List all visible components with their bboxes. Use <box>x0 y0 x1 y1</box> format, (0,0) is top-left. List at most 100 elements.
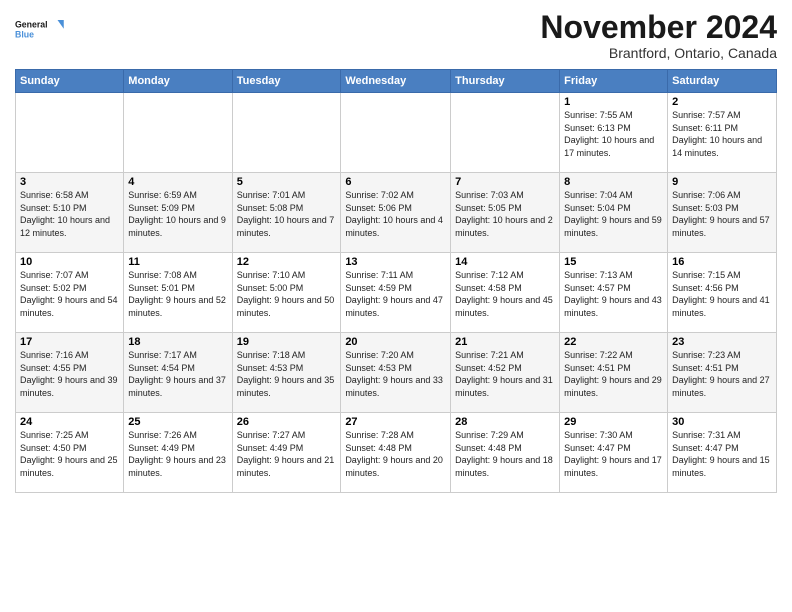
day-info: Sunrise: 7:18 AMSunset: 4:53 PMDaylight:… <box>237 349 337 399</box>
day-cell: 27Sunrise: 7:28 AMSunset: 4:48 PMDayligh… <box>341 413 451 493</box>
day-cell: 21Sunrise: 7:21 AMSunset: 4:52 PMDayligh… <box>451 333 560 413</box>
day-cell: 12Sunrise: 7:10 AMSunset: 5:00 PMDayligh… <box>232 253 341 333</box>
header-friday: Friday <box>560 70 668 93</box>
day-cell: 17Sunrise: 7:16 AMSunset: 4:55 PMDayligh… <box>16 333 124 413</box>
day-cell: 22Sunrise: 7:22 AMSunset: 4:51 PMDayligh… <box>560 333 668 413</box>
day-cell: 18Sunrise: 7:17 AMSunset: 4:54 PMDayligh… <box>124 333 232 413</box>
title-block: November 2024 Brantford, Ontario, Canada <box>540 10 777 61</box>
day-number: 20 <box>345 336 446 348</box>
day-info: Sunrise: 7:10 AMSunset: 5:00 PMDaylight:… <box>237 269 337 319</box>
day-info: Sunrise: 7:08 AMSunset: 5:01 PMDaylight:… <box>128 269 227 319</box>
day-number: 26 <box>237 416 337 428</box>
day-cell: 25Sunrise: 7:26 AMSunset: 4:49 PMDayligh… <box>124 413 232 493</box>
day-number: 19 <box>237 336 337 348</box>
day-number: 4 <box>128 176 227 188</box>
header-wednesday: Wednesday <box>341 70 451 93</box>
day-number: 27 <box>345 416 446 428</box>
header-row: SundayMondayTuesdayWednesdayThursdayFrid… <box>16 70 777 93</box>
day-info: Sunrise: 6:58 AMSunset: 5:10 PMDaylight:… <box>20 189 119 239</box>
day-cell <box>341 93 451 173</box>
day-number: 8 <box>564 176 663 188</box>
header-monday: Monday <box>124 70 232 93</box>
day-number: 24 <box>20 416 119 428</box>
day-info: Sunrise: 7:23 AMSunset: 4:51 PMDaylight:… <box>672 349 772 399</box>
day-number: 15 <box>564 256 663 268</box>
week-row-2: 3Sunrise: 6:58 AMSunset: 5:10 PMDaylight… <box>16 173 777 253</box>
day-info: Sunrise: 7:57 AMSunset: 6:11 PMDaylight:… <box>672 109 772 159</box>
day-info: Sunrise: 7:31 AMSunset: 4:47 PMDaylight:… <box>672 429 772 479</box>
header-thursday: Thursday <box>451 70 560 93</box>
day-cell: 2Sunrise: 7:57 AMSunset: 6:11 PMDaylight… <box>668 93 777 173</box>
day-cell: 9Sunrise: 7:06 AMSunset: 5:03 PMDaylight… <box>668 173 777 253</box>
day-info: Sunrise: 7:04 AMSunset: 5:04 PMDaylight:… <box>564 189 663 239</box>
day-number: 22 <box>564 336 663 348</box>
day-info: Sunrise: 7:17 AMSunset: 4:54 PMDaylight:… <box>128 349 227 399</box>
day-cell <box>451 93 560 173</box>
day-number: 2 <box>672 96 772 108</box>
day-number: 9 <box>672 176 772 188</box>
page-container: General Blue November 2024 Brantford, On… <box>0 0 792 498</box>
logo: General Blue <box>15 10 65 50</box>
day-number: 17 <box>20 336 119 348</box>
day-cell: 1Sunrise: 7:55 AMSunset: 6:13 PMDaylight… <box>560 93 668 173</box>
day-cell: 11Sunrise: 7:08 AMSunset: 5:01 PMDayligh… <box>124 253 232 333</box>
day-number: 5 <box>237 176 337 188</box>
day-cell: 5Sunrise: 7:01 AMSunset: 5:08 PMDaylight… <box>232 173 341 253</box>
day-cell: 30Sunrise: 7:31 AMSunset: 4:47 PMDayligh… <box>668 413 777 493</box>
day-cell: 23Sunrise: 7:23 AMSunset: 4:51 PMDayligh… <box>668 333 777 413</box>
day-cell: 19Sunrise: 7:18 AMSunset: 4:53 PMDayligh… <box>232 333 341 413</box>
day-cell: 6Sunrise: 7:02 AMSunset: 5:06 PMDaylight… <box>341 173 451 253</box>
day-number: 23 <box>672 336 772 348</box>
day-info: Sunrise: 7:22 AMSunset: 4:51 PMDaylight:… <box>564 349 663 399</box>
week-row-4: 17Sunrise: 7:16 AMSunset: 4:55 PMDayligh… <box>16 333 777 413</box>
day-cell: 14Sunrise: 7:12 AMSunset: 4:58 PMDayligh… <box>451 253 560 333</box>
day-cell: 7Sunrise: 7:03 AMSunset: 5:05 PMDaylight… <box>451 173 560 253</box>
day-number: 16 <box>672 256 772 268</box>
svg-text:General: General <box>15 20 48 30</box>
day-number: 29 <box>564 416 663 428</box>
day-info: Sunrise: 7:26 AMSunset: 4:49 PMDaylight:… <box>128 429 227 479</box>
day-info: Sunrise: 7:28 AMSunset: 4:48 PMDaylight:… <box>345 429 446 479</box>
day-info: Sunrise: 7:11 AMSunset: 4:59 PMDaylight:… <box>345 269 446 319</box>
day-number: 18 <box>128 336 227 348</box>
day-info: Sunrise: 7:29 AMSunset: 4:48 PMDaylight:… <box>455 429 555 479</box>
day-cell <box>232 93 341 173</box>
day-info: Sunrise: 7:13 AMSunset: 4:57 PMDaylight:… <box>564 269 663 319</box>
day-cell: 26Sunrise: 7:27 AMSunset: 4:49 PMDayligh… <box>232 413 341 493</box>
day-number: 14 <box>455 256 555 268</box>
day-info: Sunrise: 7:21 AMSunset: 4:52 PMDaylight:… <box>455 349 555 399</box>
header-sunday: Sunday <box>16 70 124 93</box>
day-cell <box>124 93 232 173</box>
day-info: Sunrise: 6:59 AMSunset: 5:09 PMDaylight:… <box>128 189 227 239</box>
month-title: November 2024 <box>540 10 777 45</box>
day-cell <box>16 93 124 173</box>
week-row-1: 1Sunrise: 7:55 AMSunset: 6:13 PMDaylight… <box>16 93 777 173</box>
day-number: 13 <box>345 256 446 268</box>
location: Brantford, Ontario, Canada <box>540 45 777 61</box>
week-row-3: 10Sunrise: 7:07 AMSunset: 5:02 PMDayligh… <box>16 253 777 333</box>
day-info: Sunrise: 7:03 AMSunset: 5:05 PMDaylight:… <box>455 189 555 239</box>
day-cell: 3Sunrise: 6:58 AMSunset: 5:10 PMDaylight… <box>16 173 124 253</box>
header: General Blue November 2024 Brantford, On… <box>15 10 777 61</box>
day-cell: 4Sunrise: 6:59 AMSunset: 5:09 PMDaylight… <box>124 173 232 253</box>
day-number: 12 <box>237 256 337 268</box>
header-saturday: Saturday <box>668 70 777 93</box>
day-number: 21 <box>455 336 555 348</box>
day-number: 1 <box>564 96 663 108</box>
day-cell: 16Sunrise: 7:15 AMSunset: 4:56 PMDayligh… <box>668 253 777 333</box>
day-number: 11 <box>128 256 227 268</box>
day-info: Sunrise: 7:07 AMSunset: 5:02 PMDaylight:… <box>20 269 119 319</box>
logo-svg: General Blue <box>15 10 65 50</box>
day-info: Sunrise: 7:27 AMSunset: 4:49 PMDaylight:… <box>237 429 337 479</box>
day-info: Sunrise: 7:01 AMSunset: 5:08 PMDaylight:… <box>237 189 337 239</box>
day-info: Sunrise: 7:15 AMSunset: 4:56 PMDaylight:… <box>672 269 772 319</box>
day-info: Sunrise: 7:30 AMSunset: 4:47 PMDaylight:… <box>564 429 663 479</box>
day-info: Sunrise: 7:25 AMSunset: 4:50 PMDaylight:… <box>20 429 119 479</box>
day-number: 10 <box>20 256 119 268</box>
day-cell: 15Sunrise: 7:13 AMSunset: 4:57 PMDayligh… <box>560 253 668 333</box>
day-cell: 24Sunrise: 7:25 AMSunset: 4:50 PMDayligh… <box>16 413 124 493</box>
day-cell: 13Sunrise: 7:11 AMSunset: 4:59 PMDayligh… <box>341 253 451 333</box>
day-number: 30 <box>672 416 772 428</box>
day-number: 6 <box>345 176 446 188</box>
day-cell: 29Sunrise: 7:30 AMSunset: 4:47 PMDayligh… <box>560 413 668 493</box>
